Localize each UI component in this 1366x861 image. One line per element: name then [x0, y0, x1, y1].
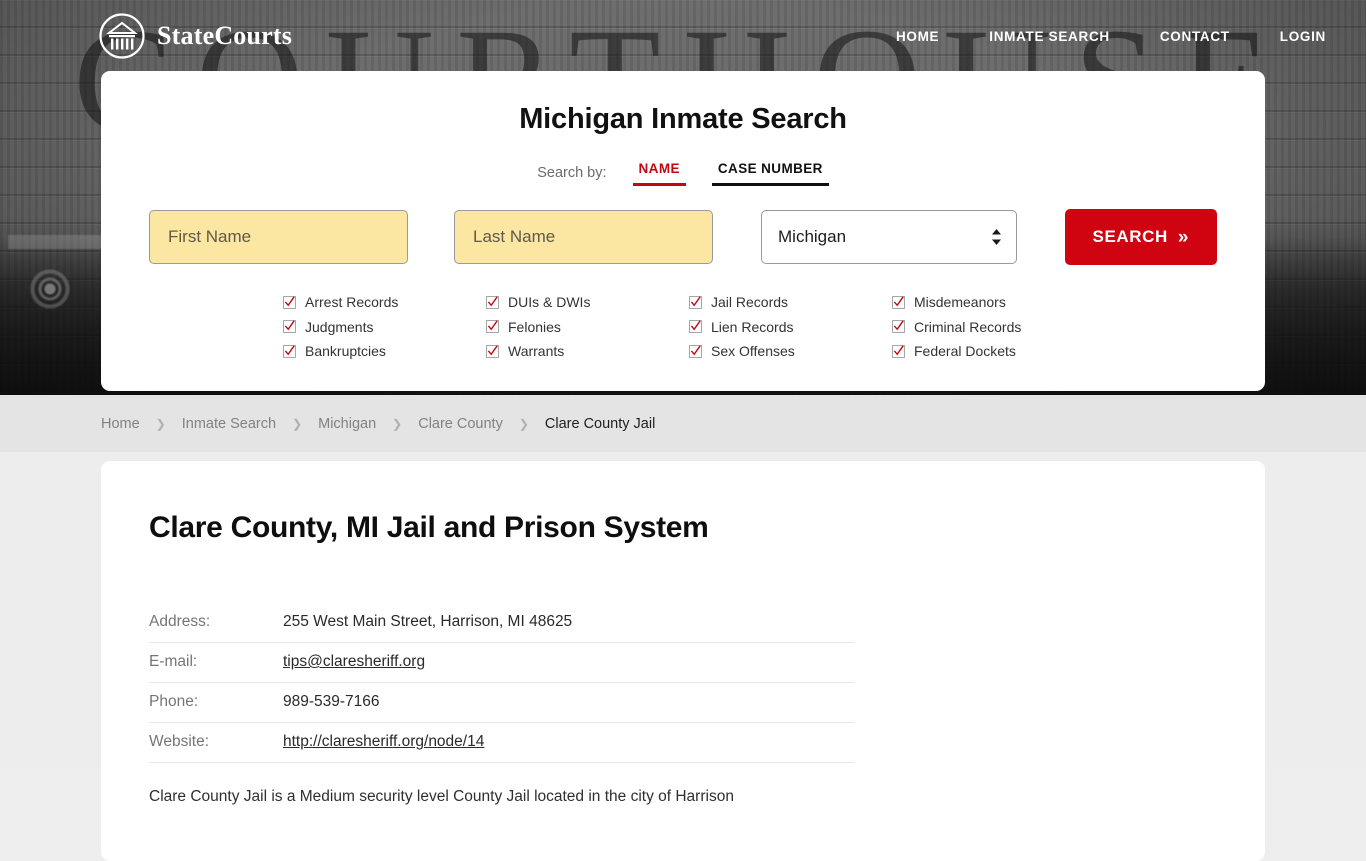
category-item[interactable]: Misdemeanors: [892, 290, 1095, 314]
category-item[interactable]: Bankruptcies: [283, 339, 486, 363]
category-label: DUIs & DWIs: [508, 294, 591, 310]
main-navigation: HOME INMATE SEARCH CONTACT LOGIN: [871, 23, 1326, 50]
breadcrumb-item-michigan[interactable]: Michigan: [318, 416, 376, 432]
category-label: Sex Offenses: [711, 343, 795, 359]
info-value-phone: 989-539-7166: [283, 682, 854, 723]
category-item[interactable]: Arrest Records: [283, 290, 486, 314]
checkbox-checked-icon: [283, 344, 296, 358]
chevron-right-icon: ❯: [155, 416, 166, 431]
info-value-address: 255 West Main Street, Harrison, MI 48625: [283, 603, 854, 643]
category-item[interactable]: Federal Dockets: [892, 339, 1095, 363]
breadcrumb-item-home[interactable]: Home: [101, 416, 140, 432]
category-label: Federal Dockets: [914, 343, 1016, 359]
page-title: Clare County, MI Jail and Prison System: [149, 511, 709, 544]
first-name-input[interactable]: [149, 210, 408, 264]
website-link[interactable]: http://claresheriff.org/node/14: [283, 733, 484, 750]
hero-banner: COURTHOUSE StateCourts HOME INMATE S: [0, 0, 1366, 395]
checkbox-checked-icon: [892, 295, 905, 309]
category-item[interactable]: Lien Records: [689, 315, 892, 339]
tab-name[interactable]: NAME: [632, 160, 686, 186]
brand-logo[interactable]: StateCourts: [98, 12, 292, 60]
facility-info-table: Address: 255 West Main Street, Harrison,…: [149, 603, 854, 763]
category-item[interactable]: Jail Records: [689, 290, 892, 314]
double-chevron-right-icon: »: [1177, 226, 1190, 248]
top-bar: StateCourts HOME INMATE SEARCH CONTACT L…: [0, 0, 1366, 72]
inmate-search-panel: Michigan Inmate Search Search by: NAME C…: [101, 71, 1265, 391]
search-fields-row: Michigan SEARCH »: [149, 209, 1217, 265]
category-column: Misdemeanors Criminal Records Federal Do…: [892, 290, 1095, 364]
info-label: Address:: [149, 603, 283, 643]
facility-card: Clare County, MI Jail and Prison System …: [101, 461, 1265, 861]
table-row: Website: http://claresheriff.org/node/14: [149, 722, 854, 763]
brand-name: StateCourts: [157, 21, 293, 50]
search-by-label: Search by:: [537, 165, 607, 181]
nav-item-inmate-search[interactable]: INMATE SEARCH: [964, 23, 1135, 50]
category-item[interactable]: DUIs & DWIs: [486, 290, 689, 314]
category-label: Jail Records: [711, 294, 789, 310]
checkbox-checked-icon: [892, 344, 905, 358]
category-label: Bankruptcies: [305, 343, 386, 359]
nav-item-login[interactable]: LOGIN: [1255, 23, 1326, 50]
checkbox-checked-icon: [892, 320, 905, 333]
category-label: Felonies: [508, 318, 561, 335]
chevron-right-icon: ❯: [292, 416, 303, 431]
search-button[interactable]: SEARCH »: [1064, 209, 1217, 265]
table-row: Phone: 989-539-7166: [149, 682, 854, 723]
email-link[interactable]: tips@claresheriff.org: [283, 653, 425, 670]
category-label: Misdemeanors: [914, 294, 1006, 310]
checkbox-checked-icon: [486, 295, 499, 309]
state-select-value: Michigan: [778, 227, 847, 246]
search-by-row: Search by: NAME CASE NUMBER: [149, 160, 1217, 186]
search-button-label: SEARCH: [1092, 227, 1168, 246]
category-label: Lien Records: [711, 318, 794, 335]
category-column: Arrest Records Judgments Bankruptcies: [283, 290, 486, 364]
info-value-website: http://claresheriff.org/node/14: [283, 722, 854, 763]
breadcrumb-item-current: Clare County Jail: [544, 415, 656, 432]
facility-description: Clare County Jail is a Medium security l…: [149, 788, 734, 805]
last-name-input[interactable]: [454, 210, 713, 264]
page-content: Clare County, MI Jail and Prison System …: [0, 452, 1366, 861]
checkbox-checked-icon: [283, 295, 296, 309]
table-row: Address: 255 West Main Street, Harrison,…: [149, 603, 854, 643]
breadcrumb-item-inmate-search[interactable]: Inmate Search: [182, 416, 276, 432]
category-item[interactable]: Felonies: [486, 315, 689, 339]
breadcrumb: Home ❯ Inmate Search ❯ Michigan ❯ Clare …: [0, 395, 1366, 452]
chevron-right-icon: ❯: [392, 416, 403, 431]
info-label: E-mail:: [149, 642, 283, 683]
category-item[interactable]: Criminal Records: [892, 315, 1095, 339]
checkbox-checked-icon: [486, 320, 499, 333]
category-column: Jail Records Lien Records Sex Offenses: [689, 290, 892, 364]
checkbox-checked-icon: [689, 320, 702, 333]
breadcrumb-item-clare-county[interactable]: Clare County: [418, 416, 503, 432]
checkbox-checked-icon: [689, 295, 702, 309]
record-categories: Arrest Records Judgments Bankruptcies DU…: [149, 290, 1217, 364]
checkbox-checked-icon: [486, 344, 499, 358]
courthouse-circle-icon: [98, 12, 146, 60]
info-value-email: tips@claresheriff.org: [283, 642, 854, 683]
chevron-updown-icon: [991, 229, 1002, 246]
checkbox-checked-icon: [689, 344, 702, 358]
search-panel-title: Michigan Inmate Search: [519, 103, 847, 135]
category-item[interactable]: Warrants: [486, 339, 689, 363]
category-label: Warrants: [508, 343, 565, 359]
category-item[interactable]: Sex Offenses: [689, 339, 892, 363]
category-label: Criminal Records: [914, 318, 1022, 335]
checkbox-checked-icon: [283, 320, 296, 333]
category-label: Judgments: [305, 318, 374, 335]
category-column: DUIs & DWIs Felonies Warrants: [486, 290, 689, 364]
tab-case-number[interactable]: CASE NUMBER: [711, 160, 829, 186]
category-item[interactable]: Judgments: [283, 315, 486, 339]
category-label: Arrest Records: [305, 294, 399, 310]
table-row: E-mail: tips@claresheriff.org: [149, 642, 854, 683]
chevron-right-icon: ❯: [518, 416, 529, 431]
nav-item-contact[interactable]: CONTACT: [1135, 23, 1255, 50]
info-label: Phone:: [149, 682, 283, 723]
nav-item-home[interactable]: HOME: [871, 23, 964, 50]
info-label: Website:: [149, 722, 283, 763]
state-select[interactable]: Michigan: [761, 210, 1017, 264]
